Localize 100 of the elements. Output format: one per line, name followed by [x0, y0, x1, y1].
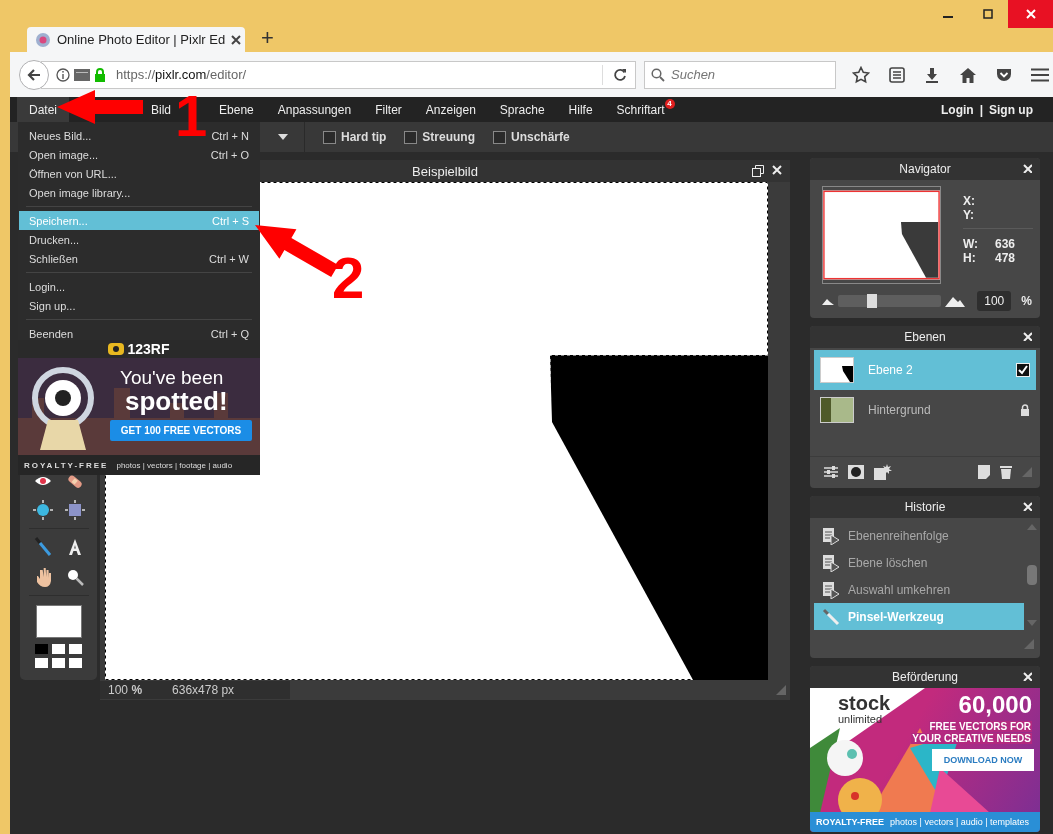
adjustments-icon[interactable]: [824, 465, 838, 479]
blob-icon[interactable]: [32, 500, 53, 520]
eye-icon[interactable]: [33, 475, 52, 487]
menu-item-label[interactable]: Drucken...: [29, 233, 80, 246]
menu-item-label[interactable]: Beenden: [29, 327, 74, 340]
resize-grip-icon[interactable]: [1022, 467, 1032, 477]
download-icon[interactable]: [924, 66, 940, 83]
ad-banner[interactable]: 123RF You've been spotted! GET 100 FREE VECTORS ROYALTY-FREE photos | vectors | footage | audio: [18, 340, 260, 475]
menu-item[interactable]: Öffnen von URL...: [19, 164, 259, 183]
color-swatch[interactable]: [35, 644, 48, 654]
menu-item-label[interactable]: Sign up...: [29, 299, 76, 312]
menu-icon[interactable]: [1031, 67, 1049, 82]
menu-item[interactable]: Hilfe: [568, 97, 593, 122]
lock-icon[interactable]: [94, 67, 106, 82]
checkbox[interactable]: [404, 130, 418, 144]
list-icon[interactable]: [889, 66, 905, 83]
promo-banner[interactable]: stock unlimited 60,000 FREE VECTORS FOR YOUR CREATIVE NEEDS DOWNLOAD NOW ROYALTY-FREE photos | vectors | audio | templates: [810, 688, 1040, 832]
search-field[interactable]: Suchen: [669, 66, 823, 83]
tab-title[interactable]: Online Photo Editor | Pixlr Ed: [57, 32, 226, 47]
checkbox[interactable]: [493, 130, 506, 144]
menu-item-label[interactable]: Login...: [29, 280, 66, 293]
menu-item[interactable]: Login...: [19, 277, 259, 296]
menu-item[interactable]: Schriftart 4: [616, 97, 675, 122]
history-label[interactable]: Ebenenreihenfolge: [848, 528, 949, 543]
shortcut-label: Ctrl + Q: [210, 327, 249, 340]
back-button[interactable]: [19, 59, 49, 90]
history-label[interactable]: Auswahl umkehren: [848, 582, 951, 597]
menu-item-label[interactable]: Schließen: [29, 252, 78, 265]
checkbox-label[interactable]: Streuung: [422, 130, 475, 144]
menu-item-label[interactable]: Open image...: [29, 148, 99, 161]
menu-item[interactable]: Sprache: [499, 97, 545, 122]
brand-mark-icon: [108, 343, 125, 355]
eyedropper-icon[interactable]: [33, 537, 52, 557]
checkbox-label[interactable]: Hard tip: [341, 130, 387, 144]
large-mountain-icon[interactable]: [945, 295, 966, 307]
reload-icon[interactable]: [613, 67, 627, 82]
navigator-thumbnail[interactable]: [822, 186, 941, 284]
menu-item[interactable]: Ebene: [219, 97, 254, 122]
restore-icon[interactable]: [752, 165, 764, 177]
menu-item[interactable]: Sign up...: [19, 296, 259, 315]
layer-effects-icon[interactable]: [874, 464, 892, 480]
layer-row[interactable]: Hintergrund: [814, 390, 1036, 430]
page-icon[interactable]: [74, 68, 90, 81]
close-icon[interactable]: [231, 34, 242, 45]
resize-grip-icon[interactable]: [776, 685, 786, 695]
color-swatch[interactable]: [35, 605, 82, 638]
menu-item[interactable]: Drucken...: [19, 230, 259, 249]
signup-link[interactable]: Sign up: [989, 102, 1033, 117]
zoom-field[interactable]: 100: [977, 291, 1012, 311]
menu-item-label[interactable]: Öffnen von URL...: [29, 167, 117, 180]
download-button[interactable]: DOWNLOAD NOW: [932, 749, 1034, 771]
star-icon[interactable]: [852, 65, 870, 84]
url-text[interactable]: https://pixlr.com/editor/: [116, 67, 247, 82]
ad-button[interactable]: GET 100 FREE VECTORS: [110, 420, 252, 441]
color-swatch[interactable]: [52, 644, 65, 654]
checkbox-label[interactable]: Unschärfe: [511, 130, 570, 144]
scrollbar-thumb[interactable]: [1027, 565, 1037, 585]
menu-item[interactable]: Anzeigen: [425, 97, 476, 122]
menu-item[interactable]: Open image library...: [19, 183, 259, 202]
login-link[interactable]: Login: [941, 102, 974, 117]
color-swatch[interactable]: [69, 644, 82, 654]
home-icon[interactable]: [959, 66, 977, 83]
history-item[interactable]: Ebene löschen: [814, 549, 1024, 576]
search-bar[interactable]: Suchen: [644, 60, 836, 89]
new-tab-button[interactable]: +: [257, 24, 278, 52]
visibility-checkbox[interactable]: [1016, 363, 1030, 377]
resize-grip-icon[interactable]: [1024, 639, 1034, 649]
pocket-icon[interactable]: [996, 67, 1012, 82]
menu-item[interactable]: Anpassungen: [277, 97, 352, 122]
menu-item[interactable]: Open image... Ctrl + O: [19, 145, 259, 164]
color-swatch[interactable]: [69, 658, 82, 668]
menu-item-label[interactable]: Open image library...: [29, 186, 131, 199]
mask-icon[interactable]: [848, 465, 864, 479]
menu-item[interactable]: Datei: [17, 97, 69, 122]
zoom-slider[interactable]: [838, 295, 942, 307]
menu-item-label[interactable]: Neues Bild...: [29, 129, 92, 142]
magnifier-icon[interactable]: [65, 568, 84, 586]
menu-item[interactable]: Schließen Ctrl + W: [19, 249, 259, 268]
layer-name[interactable]: Hintergrund: [868, 403, 1006, 417]
close-button[interactable]: [1008, 0, 1053, 28]
trash-icon[interactable]: [1000, 465, 1012, 479]
menu-item[interactable]: Filter: [375, 97, 402, 122]
checkbox[interactable]: [323, 130, 336, 144]
square-icon[interactable]: [64, 500, 85, 520]
history-label[interactable]: Ebene löschen: [848, 555, 928, 570]
menu-item[interactable]: Bild: [151, 97, 172, 122]
color-swatch[interactable]: [52, 658, 65, 668]
new-layer-icon[interactable]: [978, 465, 990, 479]
browser-tab[interactable]: Online Photo Editor | Pixlr Ed: [27, 27, 245, 52]
small-mountain-icon[interactable]: [822, 297, 834, 305]
maximize-icon[interactable]: [983, 9, 993, 19]
slider-thumb[interactable]: [866, 294, 877, 308]
history-item[interactable]: Auswahl umkehren: [814, 576, 1024, 603]
menu-item[interactable]: Beenden Ctrl + Q: [19, 324, 259, 343]
caret-icon[interactable]: [278, 134, 288, 140]
address-bar[interactable]: https://pixlr.com/editor/: [41, 60, 636, 89]
info-icon[interactable]: [56, 67, 70, 82]
back-arrow-icon[interactable]: [27, 67, 41, 82]
history-item[interactable]: Ebenenreihenfolge: [814, 522, 1024, 549]
color-swatch[interactable]: [35, 658, 48, 668]
